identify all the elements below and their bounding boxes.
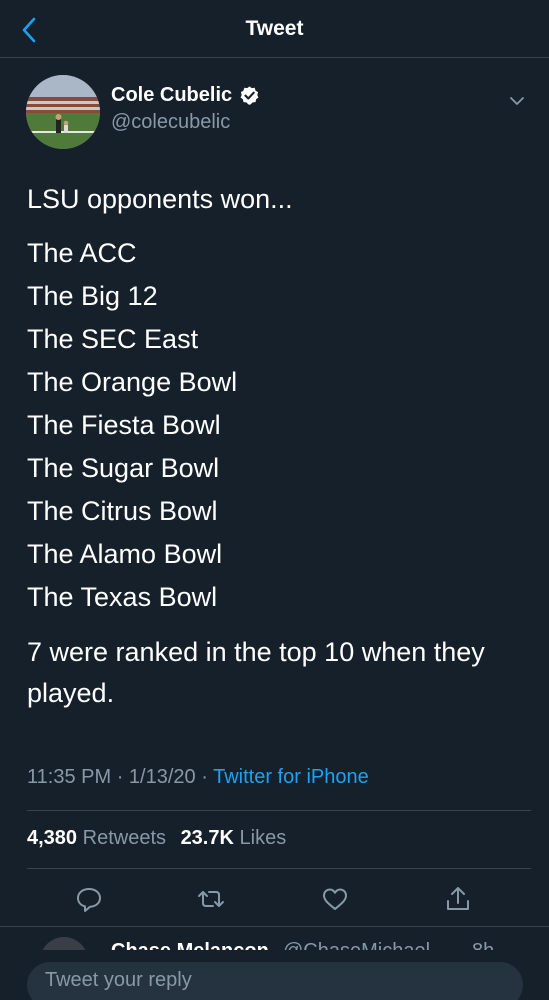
meta-separator: · xyxy=(116,766,124,788)
list-item: The Orange Bowl xyxy=(27,367,238,397)
retweets-count: 4,380 xyxy=(27,827,78,849)
list-item: The ACC xyxy=(27,238,137,268)
reply-icon xyxy=(77,888,101,912)
list-item: The Big 12 xyxy=(27,281,158,311)
page-title: Tweet xyxy=(245,17,304,40)
list-item: The SEC East xyxy=(27,324,199,354)
tweet-list: The ACC The Big 12 The SEC East The Oran… xyxy=(27,232,527,619)
top-bar: Tweet xyxy=(0,0,549,58)
author-name[interactable]: Cole Cubelic xyxy=(111,84,232,107)
list-item: The Alamo Bowl xyxy=(27,539,223,569)
retweet-button[interactable] xyxy=(196,884,226,914)
like-icon xyxy=(323,888,347,910)
likes-label: Likes xyxy=(239,827,287,849)
verified-badge-icon xyxy=(240,86,259,105)
tweet-date: 1/13/20 xyxy=(128,766,196,788)
meta-separator: · xyxy=(201,766,208,788)
chevron-down-icon xyxy=(510,97,524,105)
reply-composer xyxy=(0,950,549,1000)
tweet-time: 11:35 PM xyxy=(27,766,112,788)
divider xyxy=(27,868,531,869)
tweet-closing: 7 were ranked in the top 10 when they pl… xyxy=(27,637,485,708)
tweet-intro: LSU opponents won... xyxy=(27,184,293,214)
tweet-text: LSU opponents won... The ACC The Big 12 … xyxy=(27,179,527,714)
like-button[interactable] xyxy=(320,884,350,914)
reply-button[interactable] xyxy=(74,884,104,914)
likes-stat[interactable]: 23.7K Likes xyxy=(181,827,287,849)
retweet-icon xyxy=(198,891,224,907)
share-button[interactable] xyxy=(443,884,473,914)
author-handle[interactable]: @colecubelic xyxy=(111,111,230,134)
avatar-photo-icon xyxy=(26,75,100,149)
author-avatar[interactable] xyxy=(26,75,100,149)
retweets-stat[interactable]: 4,380 Retweets xyxy=(27,827,166,849)
tweet-source-link[interactable]: Twitter for iPhone xyxy=(213,766,369,788)
divider xyxy=(27,810,531,811)
list-item: The Citrus Bowl xyxy=(27,496,218,526)
tweet-detail-screen: Tweet Cole Cubelic @colecubelic LSU oppo… xyxy=(0,0,549,1000)
reply-input[interactable] xyxy=(27,962,523,1000)
list-item: The Sugar Bowl xyxy=(27,453,220,483)
list-item: The Fiesta Bowl xyxy=(27,410,221,440)
tweet-stats: 4,380 Retweets 23.7K Likes xyxy=(27,827,295,850)
likes-count: 23.7K xyxy=(180,827,234,849)
retweets-label: Retweets xyxy=(82,827,166,849)
list-item: The Texas Bowl xyxy=(27,582,218,612)
tweet-actions xyxy=(0,876,549,920)
tweet-meta: 11:35 PM · 1/13/20 · Twitter for iPhone xyxy=(27,766,369,789)
share-icon xyxy=(447,887,469,910)
more-options-button[interactable] xyxy=(506,90,528,112)
author-name-row[interactable]: Cole Cubelic xyxy=(111,84,260,107)
